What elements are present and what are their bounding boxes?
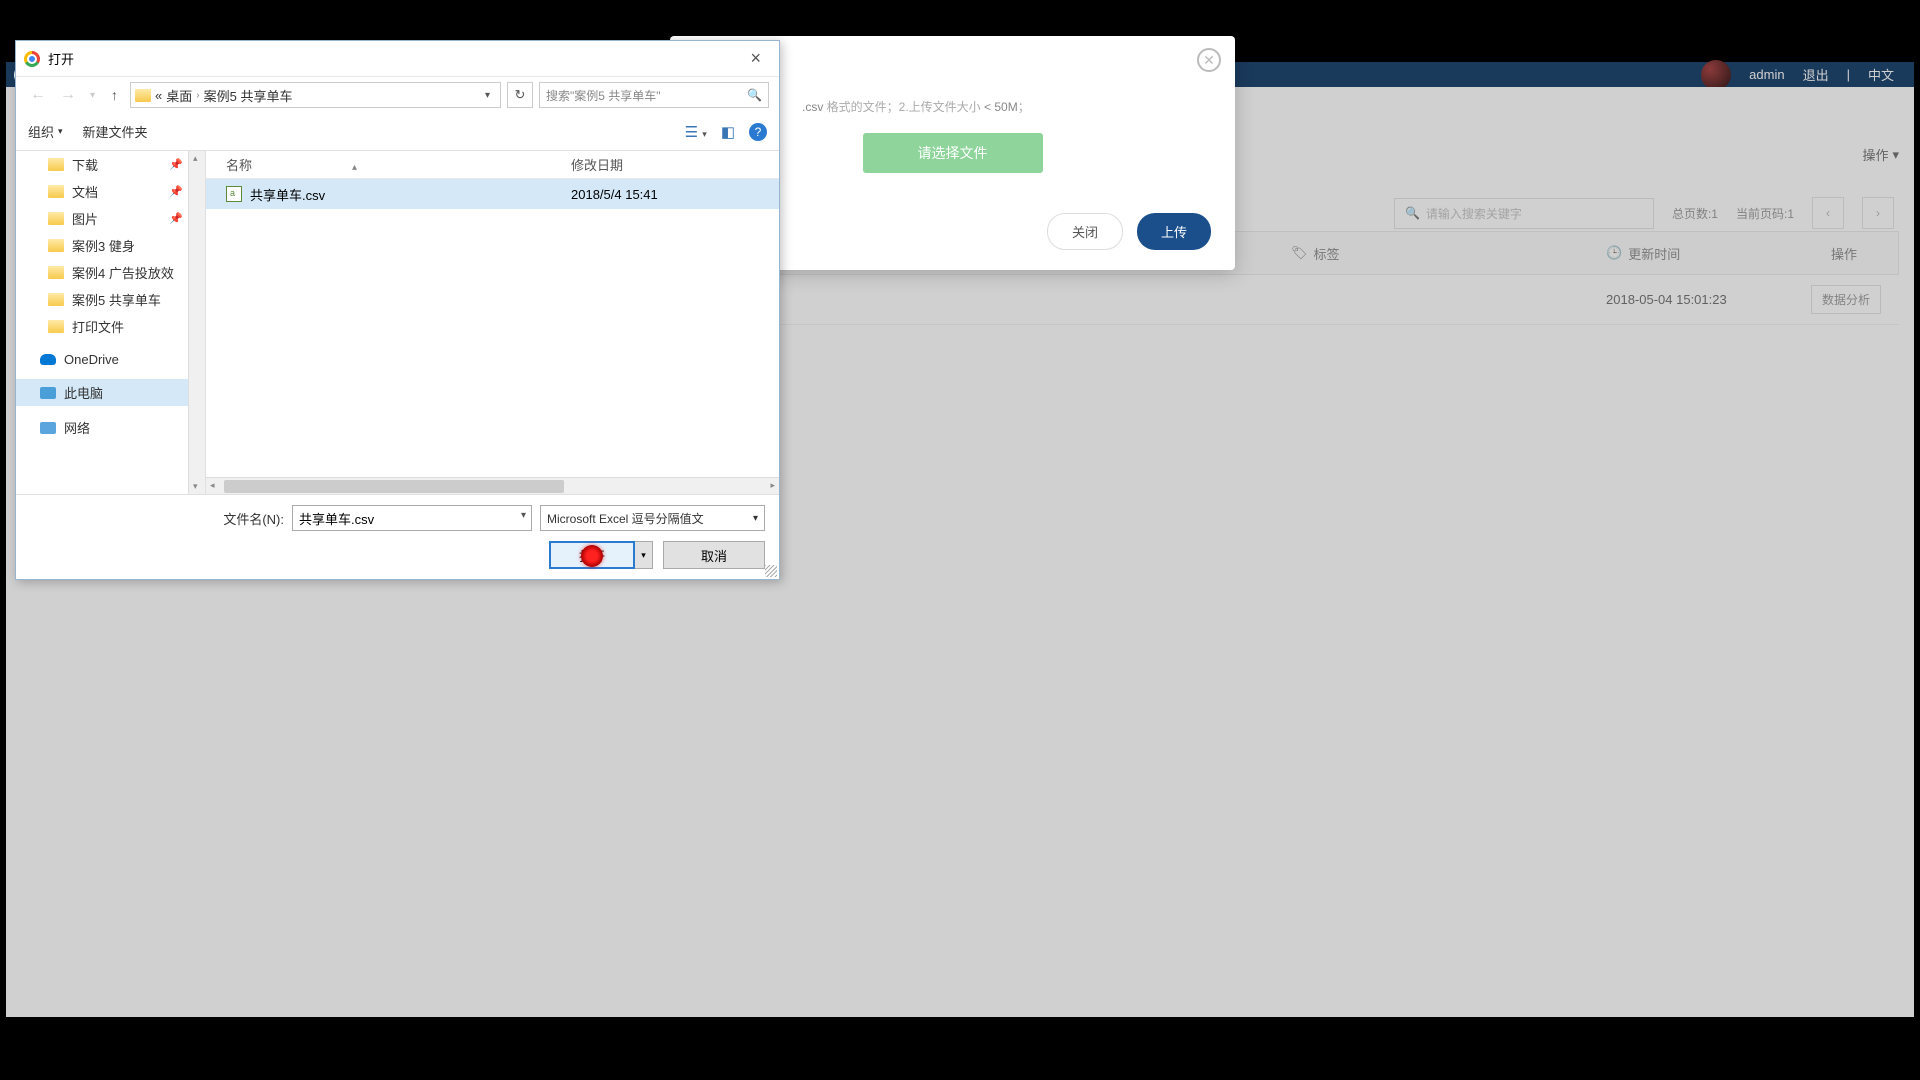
refresh-button[interactable]: ↻ — [507, 82, 533, 108]
nav-recent-button[interactable]: ▾ — [86, 90, 99, 101]
sort-asc-icon: ▴ — [352, 162, 357, 173]
col-date[interactable]: 修改日期 — [571, 155, 721, 174]
open-button[interactable]: 打开 — [549, 541, 635, 569]
address-dropdown[interactable]: ▾ — [479, 90, 496, 101]
filename-input[interactable] — [292, 505, 532, 531]
path-seg-desktop[interactable]: 桌面 — [166, 86, 192, 105]
click-indicator — [581, 545, 603, 567]
folder-icon — [48, 158, 64, 171]
path-seg-folder[interactable]: 案例5 共享单车 — [204, 86, 293, 105]
chevron-down-icon: ▾ — [753, 513, 758, 524]
dialog-search-input[interactable]: 搜索"案例5 共享单车" 🔍 — [539, 82, 769, 108]
avatar[interactable] — [1701, 60, 1731, 90]
close-button[interactable]: 关闭 — [1047, 213, 1123, 250]
horizontal-scrollbar[interactable] — [206, 477, 779, 494]
chrome-icon — [24, 51, 40, 67]
col-name[interactable]: 名称 — [226, 158, 252, 173]
dialog-close-button[interactable]: × — [740, 48, 771, 69]
pin-icon: 📌 — [169, 212, 183, 225]
nav-back-button[interactable]: ← — [26, 86, 50, 104]
sidebar-item-case5[interactable]: 案例5 共享单车 — [16, 286, 205, 313]
dialog-toolbar: 组织▾ 新建文件夹 ☰ ▾ ◧ ? — [16, 113, 779, 151]
dialog-sidebar: 下载📌 文档📌 图片📌 案例3 健身 案例4 广告投放效 案例5 共享单车 打印… — [16, 151, 206, 494]
dialog-navbar: ← → ▾ ↑ « 桌面 › 案例5 共享单车 ▾ ↻ 搜索"案例5 共享单车"… — [16, 77, 779, 113]
preview-pane-button[interactable]: ◧ — [721, 123, 735, 141]
filetype-select[interactable]: Microsoft Excel 逗号分隔值文 ▾ — [540, 505, 765, 531]
username-label[interactable]: admin — [1749, 67, 1784, 82]
sidebar-item-documents[interactable]: 文档📌 — [16, 178, 205, 205]
organize-menu[interactable]: 组织▾ — [28, 122, 63, 141]
sidebar-item-onedrive[interactable]: OneDrive — [16, 348, 205, 371]
file-open-dialog: 打开 × ← → ▾ ↑ « 桌面 › 案例5 共享单车 ▾ ↻ 搜索"案例5 … — [15, 40, 780, 580]
search-icon: 🔍 — [747, 88, 762, 102]
address-bar[interactable]: « 桌面 › 案例5 共享单车 ▾ — [130, 82, 501, 108]
search-placeholder: 搜索"案例5 共享单车" — [546, 87, 661, 104]
network-icon — [40, 422, 56, 434]
sidebar-scrollbar[interactable] — [188, 151, 205, 494]
sidebar-item-case4[interactable]: 案例4 广告投放效 — [16, 259, 205, 286]
dialog-title: 打开 — [48, 49, 74, 68]
dialog-titlebar: 打开 × — [16, 41, 779, 77]
sidebar-item-thispc[interactable]: 此电脑 — [16, 379, 205, 406]
sidebar-item-downloads[interactable]: 下载📌 — [16, 151, 205, 178]
upload-hint: .csv 格式的文件；2.上传文件大小 < 50M； — [802, 98, 1211, 115]
folder-icon — [135, 89, 151, 102]
cancel-button[interactable]: 取消 — [663, 541, 765, 569]
sidebar-item-case3[interactable]: 案例3 健身 — [16, 232, 205, 259]
folder-icon — [48, 320, 64, 333]
nav-up-button[interactable]: ↑ — [105, 87, 124, 103]
csv-file-icon — [226, 186, 242, 202]
view-options-button[interactable]: ☰ ▾ — [685, 123, 707, 141]
file-row[interactable]: 共享单车.csv 2018/5/4 15:41 — [206, 179, 779, 209]
logout-link[interactable]: 退出 — [1803, 65, 1829, 84]
open-button-dropdown[interactable]: ▾ — [635, 541, 653, 569]
sidebar-item-pictures[interactable]: 图片📌 — [16, 205, 205, 232]
upload-button[interactable]: 上传 — [1137, 213, 1211, 250]
file-name: 共享单车.csv — [250, 185, 325, 204]
folder-icon — [48, 266, 64, 279]
chevron-right-icon: › — [196, 90, 199, 101]
file-date: 2018/5/4 15:41 — [571, 187, 721, 202]
divider: | — [1847, 67, 1850, 82]
select-file-button[interactable]: 请选择文件 — [863, 133, 1043, 173]
folder-icon — [48, 293, 64, 306]
folder-icon — [48, 212, 64, 225]
nav-forward-button[interactable]: → — [56, 86, 80, 104]
filename-label: 文件名(N): — [223, 509, 284, 528]
help-button[interactable]: ? — [749, 123, 767, 141]
folder-icon — [48, 239, 64, 252]
onedrive-icon — [40, 354, 56, 365]
pin-icon: 📌 — [169, 185, 183, 198]
chevron-down-icon[interactable]: ▾ — [521, 510, 526, 521]
file-list-header: 名称 ▴ 修改日期 — [206, 151, 779, 179]
folder-icon — [48, 185, 64, 198]
sidebar-item-network[interactable]: 网络 — [16, 414, 205, 441]
modal-close-button[interactable]: ✕ — [1197, 48, 1221, 72]
resize-grip[interactable] — [765, 565, 777, 577]
sidebar-item-print[interactable]: 打印文件 — [16, 313, 205, 340]
language-switch[interactable]: 中文 — [1868, 65, 1894, 84]
new-folder-button[interactable]: 新建文件夹 — [83, 122, 148, 141]
pc-icon — [40, 387, 56, 399]
file-list: 名称 ▴ 修改日期 共享单车.csv 2018/5/4 15:41 — [206, 151, 779, 494]
pin-icon: 📌 — [169, 158, 183, 171]
